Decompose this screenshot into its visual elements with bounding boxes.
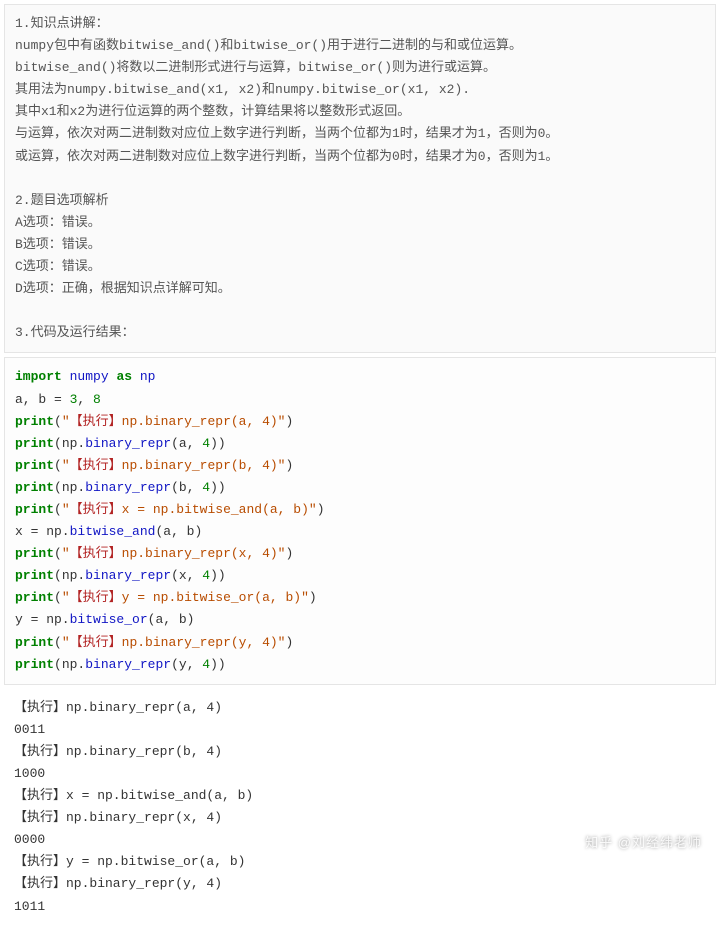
output-block: 【执行】np.binary_repr(a, 4) 0011 【执行】np.bin…	[4, 689, 716, 926]
var-x: x	[179, 568, 187, 583]
str-body: np.binary_repr(b, 4)"	[122, 458, 286, 473]
fn-print: print	[15, 657, 54, 672]
out-line: 【执行】np.binary_repr(x, 4)	[14, 810, 222, 825]
kw-import: import	[15, 369, 62, 384]
heading-3: 3.代码及运行结果：	[15, 325, 135, 340]
comma: ,	[163, 612, 179, 627]
fn-bitwise-and: bitwise_and	[70, 524, 156, 539]
out-line: 0000	[14, 832, 45, 847]
np-dot: np.	[62, 657, 85, 672]
str-tag: 【执行】	[70, 414, 122, 429]
out-line: 【执行】np.binary_repr(a, 4)	[14, 700, 222, 715]
fn-print: print	[15, 414, 54, 429]
str-body: y = np.bitwise_or(a, b)"	[122, 590, 309, 605]
option-a: A选项：错误。	[15, 215, 101, 230]
str-tag: 【执行】	[70, 546, 122, 561]
assign-x: x = np.	[15, 524, 70, 539]
explanation-block: 1.知识点讲解： numpy包中有函数bitwise_and()和bitwise…	[4, 4, 716, 353]
out-line: 【执行】np.binary_repr(y, 4)	[14, 876, 222, 891]
comma: ,	[171, 524, 187, 539]
comma: ,	[77, 392, 93, 407]
out-line: 1000	[14, 766, 45, 781]
text-line: numpy包中有函数bitwise_and()和bitwise_or()用于进行…	[15, 38, 522, 53]
str-body: np.binary_repr(x, 4)"	[122, 546, 286, 561]
str-tag: 【执行】	[70, 458, 122, 473]
text-line: 其中x1和x2为进行位运算的两个整数，计算结果将以整数形式返回。	[15, 104, 410, 119]
str-q: "	[62, 458, 70, 473]
str-q: "	[62, 502, 70, 517]
out-line: 【执行】x = np.bitwise_and(a, b)	[14, 788, 253, 803]
option-c: C选项：错误。	[15, 259, 101, 274]
option-d: D选项：正确，根据知识点详解可知。	[15, 281, 231, 296]
str-tag: 【执行】	[70, 502, 122, 517]
fn-print: print	[15, 480, 54, 495]
text-line: 与运算，依次对两二进制数对应位上数字进行判断，当两个位都为1时，结果才为1，否则…	[15, 126, 558, 141]
fn-print: print	[15, 546, 54, 561]
fn-binary-repr: binary_repr	[85, 480, 171, 495]
option-b: B选项：错误。	[15, 237, 101, 252]
fn-bitwise-or: bitwise_or	[70, 612, 148, 627]
np-dot: np.	[62, 436, 85, 451]
str-q: "	[62, 414, 70, 429]
np-dot: np.	[62, 568, 85, 583]
var-b: b	[179, 480, 187, 495]
str-body: x = np.bitwise_and(a, b)"	[122, 502, 317, 517]
text-line: bitwise_and()将数以二进制形式进行与运算，bitwise_or()则…	[15, 60, 496, 75]
var-y: y	[179, 657, 187, 672]
var-a: a	[163, 524, 171, 539]
out-line: 【执行】np.binary_repr(b, 4)	[14, 744, 222, 759]
text-line: 其用法为numpy.bitwise_and(x1, x2)和numpy.bitw…	[15, 82, 470, 97]
comma: ,	[187, 568, 203, 583]
comma: ,	[187, 436, 203, 451]
str-q: "	[62, 590, 70, 605]
comma: ,	[187, 657, 203, 672]
fn-binary-repr: binary_repr	[85, 436, 171, 451]
alias-np: np	[140, 369, 156, 384]
assign-y: y = np.	[15, 612, 70, 627]
var-b: b	[179, 612, 187, 627]
np-dot: np.	[62, 480, 85, 495]
var-b: b	[187, 524, 195, 539]
assign-ab: a, b =	[15, 392, 70, 407]
var-a: a	[179, 436, 187, 451]
text-line: 或运算，依次对两二进制数对应位上数字进行判断，当两个位都为0时，结果才为0，否则…	[15, 149, 558, 164]
num-8: 8	[93, 392, 101, 407]
num-4: 4	[202, 480, 210, 495]
fn-binary-repr: binary_repr	[85, 568, 171, 583]
str-tag: 【执行】	[70, 590, 122, 605]
fn-print: print	[15, 436, 54, 451]
out-line: 【执行】y = np.bitwise_or(a, b)	[14, 854, 245, 869]
fn-print: print	[15, 568, 54, 583]
fn-print: print	[15, 502, 54, 517]
num-4: 4	[202, 568, 210, 583]
heading-2: 2.题目选项解析	[15, 193, 109, 208]
kw-as: as	[116, 369, 132, 384]
num-4: 4	[202, 436, 210, 451]
fn-print: print	[15, 458, 54, 473]
heading-1: 1.知识点讲解：	[15, 16, 109, 31]
comma: ,	[187, 480, 203, 495]
fn-print: print	[15, 590, 54, 605]
fn-print: print	[15, 635, 54, 650]
fn-binary-repr: binary_repr	[85, 657, 171, 672]
mod-numpy: numpy	[70, 369, 109, 384]
code-block: import numpy as np a, b = 3, 8 print("【执…	[4, 357, 716, 684]
str-q: "	[62, 546, 70, 561]
str-body: np.binary_repr(a, 4)"	[122, 414, 286, 429]
str-body: np.binary_repr(y, 4)"	[122, 635, 286, 650]
str-q: "	[62, 635, 70, 650]
str-tag: 【执行】	[70, 635, 122, 650]
out-line: 1011	[14, 899, 45, 914]
num-4: 4	[202, 657, 210, 672]
out-line: 0011	[14, 722, 45, 737]
